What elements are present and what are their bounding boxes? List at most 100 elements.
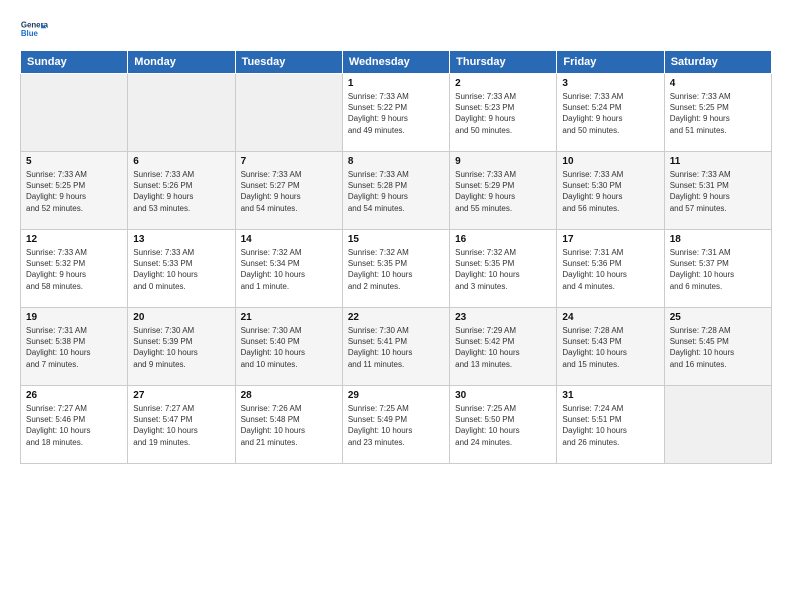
day-number: 30	[455, 390, 551, 401]
weekday-header-saturday: Saturday	[664, 51, 771, 74]
day-number: 15	[348, 234, 444, 245]
calendar-cell: 19 Sunrise: 7:31 AM Sunset: 5:38 PM Dayli…	[21, 308, 128, 386]
day-info: Sunrise: 7:29 AM Sunset: 5:42 PM Dayligh…	[455, 325, 551, 370]
day-number: 19	[26, 312, 122, 323]
day-number: 13	[133, 234, 229, 245]
day-number: 11	[670, 156, 766, 167]
day-info: Sunrise: 7:33 AM Sunset: 5:28 PM Dayligh…	[348, 169, 444, 214]
day-info: Sunrise: 7:33 AM Sunset: 5:23 PM Dayligh…	[455, 91, 551, 136]
calendar-cell: 20 Sunrise: 7:30 AM Sunset: 5:39 PM Dayli…	[128, 308, 235, 386]
day-info: Sunrise: 7:32 AM Sunset: 5:35 PM Dayligh…	[455, 247, 551, 292]
weekday-header-row: SundayMondayTuesdayWednesdayThursdayFrid…	[21, 51, 772, 74]
header: General Blue	[20, 16, 772, 44]
day-number: 7	[241, 156, 337, 167]
calendar-page: General Blue SundayMondayTuesdayWednesda…	[0, 0, 792, 474]
day-info: Sunrise: 7:31 AM Sunset: 5:38 PM Dayligh…	[26, 325, 122, 370]
day-number: 23	[455, 312, 551, 323]
day-number: 20	[133, 312, 229, 323]
calendar-cell	[235, 74, 342, 152]
weekday-header-thursday: Thursday	[450, 51, 557, 74]
day-number: 12	[26, 234, 122, 245]
week-row-4: 19 Sunrise: 7:31 AM Sunset: 5:38 PM Dayli…	[21, 308, 772, 386]
day-number: 29	[348, 390, 444, 401]
calendar-cell: 25 Sunrise: 7:28 AM Sunset: 5:45 PM Dayli…	[664, 308, 771, 386]
day-info: Sunrise: 7:33 AM Sunset: 5:22 PM Dayligh…	[348, 91, 444, 136]
day-info: Sunrise: 7:33 AM Sunset: 5:25 PM Dayligh…	[26, 169, 122, 214]
day-info: Sunrise: 7:32 AM Sunset: 5:34 PM Dayligh…	[241, 247, 337, 292]
day-number: 18	[670, 234, 766, 245]
day-number: 27	[133, 390, 229, 401]
calendar-cell	[664, 386, 771, 464]
calendar-cell: 24Sunrise: 7:28 AM Sunset: 5:43 PM Dayli…	[557, 308, 664, 386]
day-info: Sunrise: 7:25 AM Sunset: 5:49 PM Dayligh…	[348, 403, 444, 448]
day-number: 31	[562, 390, 658, 401]
calendar-cell: 14Sunrise: 7:32 AM Sunset: 5:34 PM Dayli…	[235, 230, 342, 308]
calendar-cell: 26Sunrise: 7:27 AM Sunset: 5:46 PM Dayli…	[21, 386, 128, 464]
day-info: Sunrise: 7:31 AM Sunset: 5:36 PM Dayligh…	[562, 247, 658, 292]
day-info: Sunrise: 7:33 AM Sunset: 5:26 PM Dayligh…	[133, 169, 229, 214]
calendar-cell: 13 Sunrise: 7:33 AM Sunset: 5:33 PM Dayli…	[128, 230, 235, 308]
day-info: Sunrise: 7:32 AM Sunset: 5:35 PM Dayligh…	[348, 247, 444, 292]
day-number: 4	[670, 78, 766, 89]
weekday-header-monday: Monday	[128, 51, 235, 74]
week-row-1: 1 Sunrise: 7:33 AM Sunset: 5:22 PM Daylig…	[21, 74, 772, 152]
day-info: Sunrise: 7:30 AM Sunset: 5:39 PM Dayligh…	[133, 325, 229, 370]
weekday-header-wednesday: Wednesday	[342, 51, 449, 74]
day-info: Sunrise: 7:33 AM Sunset: 5:24 PM Dayligh…	[562, 91, 658, 136]
calendar-cell: 29 Sunrise: 7:25 AM Sunset: 5:49 PM Dayli…	[342, 386, 449, 464]
day-number: 1	[348, 78, 444, 89]
day-number: 26	[26, 390, 122, 401]
day-info: Sunrise: 7:24 AM Sunset: 5:51 PM Dayligh…	[562, 403, 658, 448]
day-info: Sunrise: 7:33 AM Sunset: 5:27 PM Dayligh…	[241, 169, 337, 214]
logo-icon: General Blue	[20, 16, 48, 44]
day-info: Sunrise: 7:33 AM Sunset: 5:25 PM Dayligh…	[670, 91, 766, 136]
day-number: 3	[562, 78, 658, 89]
calendar-cell: 18 Sunrise: 7:31 AM Sunset: 5:37 PM Dayli…	[664, 230, 771, 308]
calendar-cell: 12 Sunrise: 7:33 AM Sunset: 5:32 PM Dayli…	[21, 230, 128, 308]
logo: General Blue	[20, 16, 52, 44]
calendar-cell: 23 Sunrise: 7:29 AM Sunset: 5:42 PM Dayli…	[450, 308, 557, 386]
calendar-cell: 10Sunrise: 7:33 AM Sunset: 5:30 PM Dayli…	[557, 152, 664, 230]
calendar-cell: 17Sunrise: 7:31 AM Sunset: 5:36 PM Dayli…	[557, 230, 664, 308]
day-info: Sunrise: 7:31 AM Sunset: 5:37 PM Dayligh…	[670, 247, 766, 292]
calendar-cell: 9 Sunrise: 7:33 AM Sunset: 5:29 PM Daylig…	[450, 152, 557, 230]
calendar-cell: 8 Sunrise: 7:33 AM Sunset: 5:28 PM Daylig…	[342, 152, 449, 230]
day-info: Sunrise: 7:26 AM Sunset: 5:48 PM Dayligh…	[241, 403, 337, 448]
svg-text:Blue: Blue	[21, 29, 39, 38]
day-info: Sunrise: 7:33 AM Sunset: 5:29 PM Dayligh…	[455, 169, 551, 214]
calendar-cell: 7 Sunrise: 7:33 AM Sunset: 5:27 PM Daylig…	[235, 152, 342, 230]
day-info: Sunrise: 7:33 AM Sunset: 5:33 PM Dayligh…	[133, 247, 229, 292]
calendar-cell: 2 Sunrise: 7:33 AM Sunset: 5:23 PM Daylig…	[450, 74, 557, 152]
calendar-cell: 30 Sunrise: 7:25 AM Sunset: 5:50 PM Dayli…	[450, 386, 557, 464]
calendar-cell: 3 Sunrise: 7:33 AM Sunset: 5:24 PM Daylig…	[557, 74, 664, 152]
day-number: 25	[670, 312, 766, 323]
day-info: Sunrise: 7:28 AM Sunset: 5:45 PM Dayligh…	[670, 325, 766, 370]
calendar-cell: 15 Sunrise: 7:32 AM Sunset: 5:35 PM Dayli…	[342, 230, 449, 308]
calendar-cell	[21, 74, 128, 152]
day-info: Sunrise: 7:30 AM Sunset: 5:41 PM Dayligh…	[348, 325, 444, 370]
week-row-5: 26Sunrise: 7:27 AM Sunset: 5:46 PM Dayli…	[21, 386, 772, 464]
calendar-cell: 4 Sunrise: 7:33 AM Sunset: 5:25 PM Daylig…	[664, 74, 771, 152]
day-number: 28	[241, 390, 337, 401]
day-number: 5	[26, 156, 122, 167]
week-row-2: 5 Sunrise: 7:33 AM Sunset: 5:25 PM Daylig…	[21, 152, 772, 230]
day-number: 2	[455, 78, 551, 89]
calendar-cell: 21Sunrise: 7:30 AM Sunset: 5:40 PM Dayli…	[235, 308, 342, 386]
day-info: Sunrise: 7:33 AM Sunset: 5:32 PM Dayligh…	[26, 247, 122, 292]
day-number: 9	[455, 156, 551, 167]
day-info: Sunrise: 7:25 AM Sunset: 5:50 PM Dayligh…	[455, 403, 551, 448]
calendar-cell: 31 Sunrise: 7:24 AM Sunset: 5:51 PM Dayli…	[557, 386, 664, 464]
day-number: 8	[348, 156, 444, 167]
day-info: Sunrise: 7:30 AM Sunset: 5:40 PM Dayligh…	[241, 325, 337, 370]
day-number: 22	[348, 312, 444, 323]
day-info: Sunrise: 7:33 AM Sunset: 5:31 PM Dayligh…	[670, 169, 766, 214]
weekday-header-tuesday: Tuesday	[235, 51, 342, 74]
calendar-cell: 28 Sunrise: 7:26 AM Sunset: 5:48 PM Dayli…	[235, 386, 342, 464]
weekday-header-sunday: Sunday	[21, 51, 128, 74]
calendar-cell: 1 Sunrise: 7:33 AM Sunset: 5:22 PM Daylig…	[342, 74, 449, 152]
week-row-3: 12 Sunrise: 7:33 AM Sunset: 5:32 PM Dayli…	[21, 230, 772, 308]
weekday-header-friday: Friday	[557, 51, 664, 74]
day-number: 16	[455, 234, 551, 245]
calendar-cell: 5 Sunrise: 7:33 AM Sunset: 5:25 PM Daylig…	[21, 152, 128, 230]
calendar-table: SundayMondayTuesdayWednesdayThursdayFrid…	[20, 50, 772, 464]
